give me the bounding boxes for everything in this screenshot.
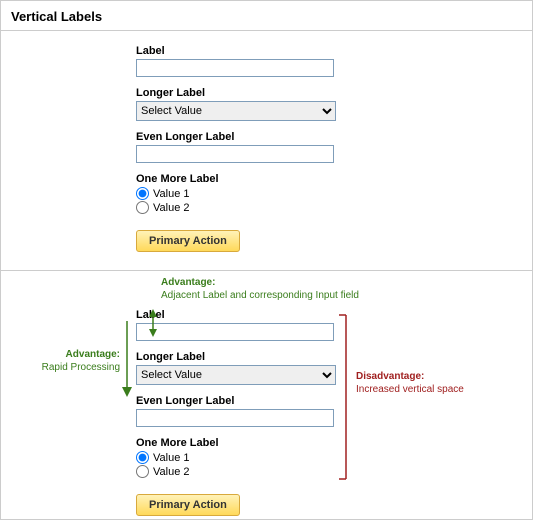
- field-label-text: One More Label: [136, 437, 336, 449]
- form: Label Longer Label Select Value Even Lon…: [136, 45, 336, 252]
- radio-row-2: Value 2: [136, 465, 336, 478]
- field-label-text: Label: [136, 45, 336, 57]
- label-input[interactable]: [136, 59, 334, 77]
- advantage-top-annotation: Advantage: Adjacent Label and correspond…: [161, 277, 441, 302]
- vertical-space-bracket-icon: [339, 315, 346, 479]
- field-label: Label: [136, 309, 336, 341]
- field-label: Label: [136, 45, 336, 77]
- radio-row-1: Value 1: [136, 187, 336, 200]
- advantage-title: Advantage:: [66, 349, 120, 360]
- even-longer-label-input[interactable]: [136, 409, 334, 427]
- field-label-text: One More Label: [136, 173, 336, 185]
- section-heading: Vertical Labels: [1, 1, 532, 31]
- primary-action-button[interactable]: Primary Action: [136, 494, 240, 516]
- field-longer-label: Longer Label Select Value: [136, 351, 336, 385]
- value-1-radio[interactable]: [136, 187, 149, 200]
- field-label-text: Longer Label: [136, 351, 336, 363]
- form: Label Longer Label Select Value Even Lon…: [136, 309, 336, 516]
- label-input[interactable]: [136, 323, 334, 341]
- primary-action-button[interactable]: Primary Action: [136, 230, 240, 252]
- panel-plain: Label Longer Label Select Value Even Lon…: [1, 31, 532, 271]
- field-label-text: Even Longer Label: [136, 131, 336, 143]
- advantage-body: Rapid Processing: [42, 362, 120, 373]
- field-even-longer-label: Even Longer Label: [136, 395, 336, 427]
- container: Vertical Labels Label Longer Label Selec…: [0, 0, 533, 520]
- rapid-processing-arrow-icon: [122, 321, 132, 397]
- value-2-radio[interactable]: [136, 201, 149, 214]
- advantage-title: Advantage:: [161, 277, 215, 288]
- radio-label: Value 2: [153, 202, 190, 214]
- longer-label-select[interactable]: Select Value: [136, 365, 336, 385]
- advantage-left-annotation: Advantage: Rapid Processing: [5, 349, 120, 374]
- radio-row-2: Value 2: [136, 201, 336, 214]
- radio-label: Value 1: [153, 188, 190, 200]
- field-one-more-label: One More Label Value 1 Value 2: [136, 173, 336, 214]
- field-label-text: Longer Label: [136, 87, 336, 99]
- value-1-radio[interactable]: [136, 451, 149, 464]
- disadvantage-body: Increased vertical space: [356, 384, 464, 395]
- value-2-radio[interactable]: [136, 465, 149, 478]
- even-longer-label-input[interactable]: [136, 145, 334, 163]
- field-even-longer-label: Even Longer Label: [136, 131, 336, 163]
- field-label-text: Even Longer Label: [136, 395, 336, 407]
- panel-annotated: Advantage: Adjacent Label and correspond…: [1, 271, 532, 519]
- longer-label-select[interactable]: Select Value: [136, 101, 336, 121]
- field-longer-label: Longer Label Select Value: [136, 87, 336, 121]
- radio-label: Value 2: [153, 466, 190, 478]
- disadvantage-title: Disadvantage:: [356, 371, 424, 382]
- advantage-body: Adjacent Label and corresponding Input f…: [161, 290, 359, 301]
- radio-row-1: Value 1: [136, 451, 336, 464]
- radio-label: Value 1: [153, 452, 190, 464]
- field-label-text: Label: [136, 309, 336, 321]
- field-one-more-label: One More Label Value 1 Value 2: [136, 437, 336, 478]
- disadvantage-right-annotation: Disadvantage: Increased vertical space: [356, 371, 526, 396]
